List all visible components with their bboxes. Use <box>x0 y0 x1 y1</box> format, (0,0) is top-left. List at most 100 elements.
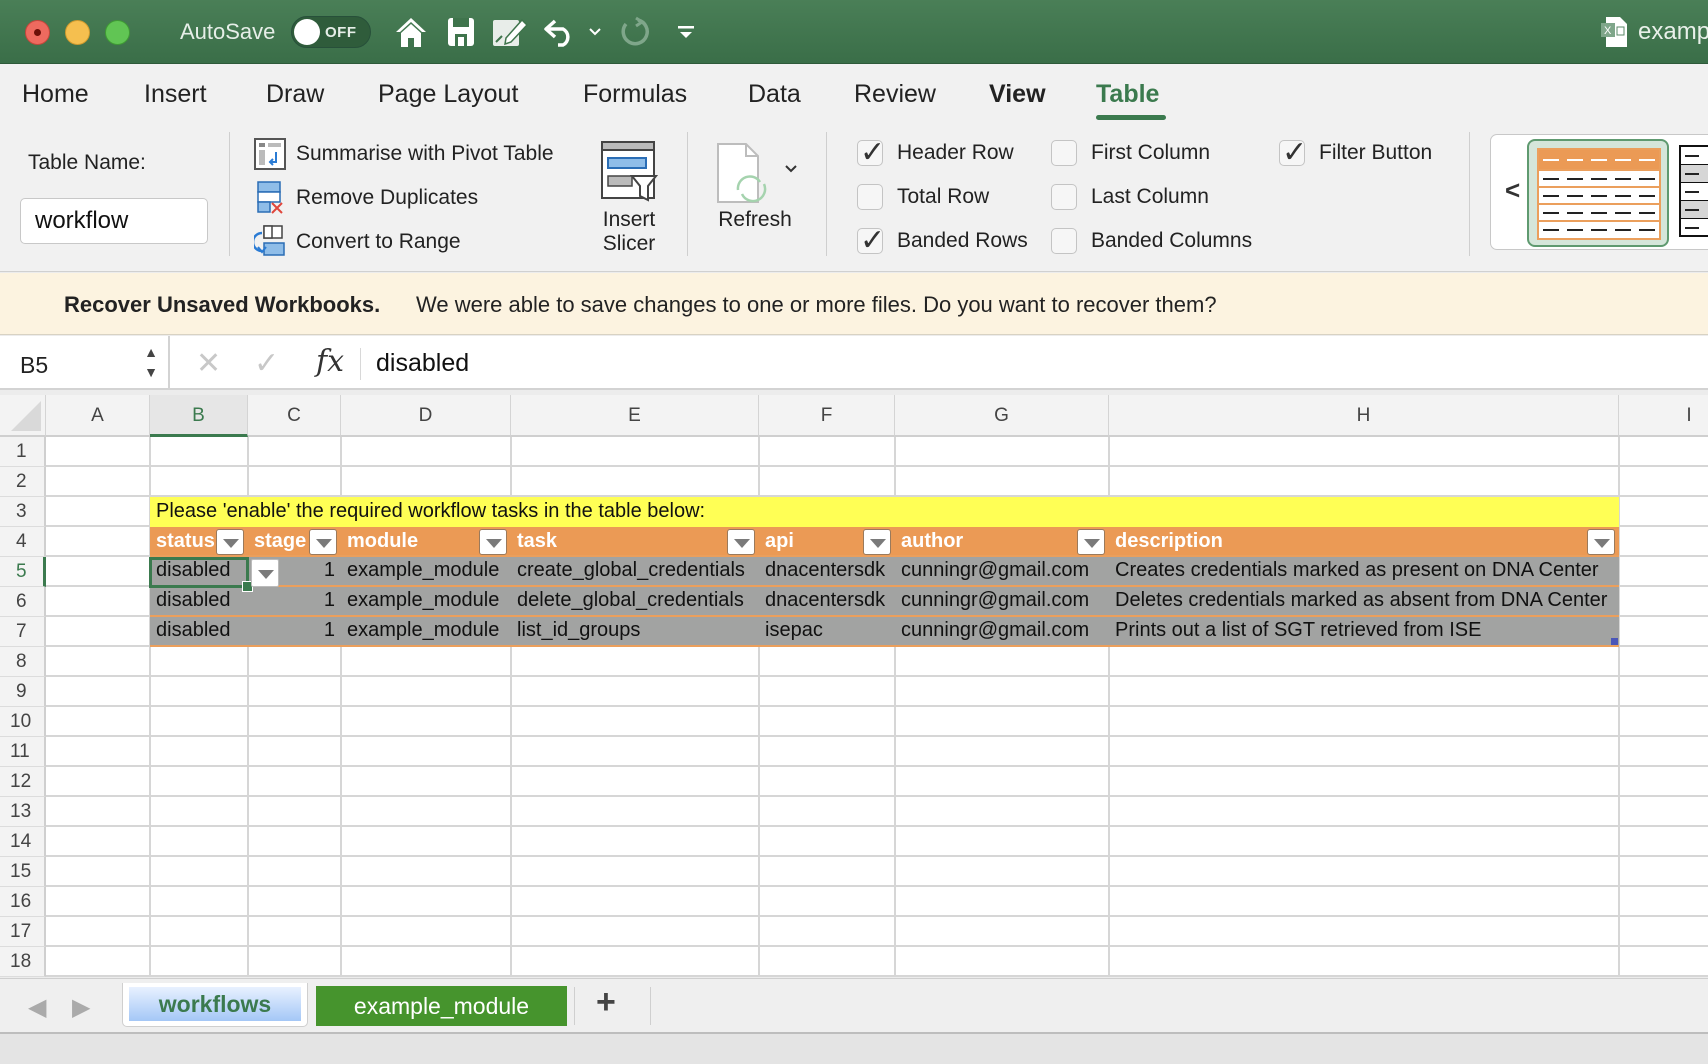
cell-dropdown-button[interactable] <box>251 559 279 587</box>
sheet-tab-workflows[interactable]: workflows <box>122 983 308 1027</box>
tab-data[interactable]: Data <box>748 80 801 109</box>
column-header-g[interactable]: G <box>895 395 1109 437</box>
filter-dropdown-status[interactable] <box>216 529 244 555</box>
table-style-selected[interactable] <box>1527 139 1669 247</box>
close-window-button[interactable] <box>25 20 50 45</box>
row-header-16[interactable]: 16 <box>0 887 46 917</box>
name-box[interactable]: B5 ▲ ▼ <box>0 336 170 390</box>
formula-input[interactable]: disabled <box>376 349 469 378</box>
minimize-window-button[interactable] <box>65 20 90 45</box>
row-header-4[interactable]: 4 <box>0 527 46 557</box>
autosave-toggle[interactable]: OFF <box>291 16 371 48</box>
row-header-6[interactable]: 6 <box>0 587 46 617</box>
filter-button-checkbox[interactable]: Filter Button <box>1279 135 1432 170</box>
table-cell-module[interactable]: example_module <box>341 587 511 615</box>
table-cell-api[interactable]: dnacentersdk <box>759 587 895 615</box>
row-header-12[interactable]: 12 <box>0 767 46 797</box>
cancel-formula-button[interactable]: ✕ <box>196 346 221 381</box>
column-header-b[interactable]: B <box>150 395 248 437</box>
tab-home[interactable]: Home <box>22 80 89 109</box>
tab-draw[interactable]: Draw <box>266 80 324 109</box>
table-style-black-preview[interactable] <box>1679 145 1708 237</box>
row-header-2[interactable]: 2 <box>0 467 46 497</box>
filter-dropdown-task[interactable] <box>727 529 755 555</box>
row-header-8[interactable]: 8 <box>0 647 46 677</box>
redo-icon[interactable] <box>616 14 652 50</box>
filter-dropdown-api[interactable] <box>863 529 891 555</box>
instruction-banner-cell[interactable]: Please 'enable' the required workflow ta… <box>150 497 1619 527</box>
table-cell-description[interactable]: Deletes credentials marked as absent fro… <box>1109 587 1619 615</box>
home-icon[interactable] <box>392 14 430 50</box>
row-header-3[interactable]: 3 <box>0 497 46 527</box>
table-cell-status[interactable]: disabled <box>150 617 248 645</box>
table-cell-author[interactable]: cunningr@gmail.com <box>895 557 1109 585</box>
insert-function-button[interactable]: fx <box>316 344 344 379</box>
column-header-c[interactable]: C <box>248 395 341 437</box>
table-cell-description[interactable]: Prints out a list of SGT retrieved from … <box>1109 617 1619 645</box>
table-name-input[interactable] <box>20 198 208 244</box>
remove-duplicates-button[interactable]: Remove Duplicates <box>254 181 478 214</box>
customize-toolbar-icon[interactable] <box>674 14 698 50</box>
filter-dropdown-stage[interactable] <box>309 529 337 555</box>
table-cell-api[interactable]: dnacentersdk <box>759 557 895 585</box>
spreadsheet-grid[interactable]: ABCDEFGHI 1 2 3 4 5 6 7 8 9 10 11 12 13 14 15 16 17 18 Pl… <box>0 395 1708 977</box>
filter-dropdown-author[interactable] <box>1077 529 1105 555</box>
row-header-11[interactable]: 11 <box>0 737 46 767</box>
save-icon[interactable] <box>444 14 478 50</box>
recovery-title[interactable]: Recover Unsaved Workbooks. <box>64 292 380 318</box>
table-cell-description[interactable]: Creates credentials marked as present on… <box>1109 557 1619 585</box>
table-cell-module[interactable]: example_module <box>341 557 511 585</box>
banded-columns-checkbox[interactable]: Banded Columns <box>1051 228 1252 254</box>
row-header-17[interactable]: 17 <box>0 917 46 947</box>
column-header-e[interactable]: E <box>511 395 759 437</box>
table-cell-author[interactable]: cunningr@gmail.com <box>895 617 1109 645</box>
row-header-1[interactable]: 1 <box>0 437 46 467</box>
header-row-checkbox[interactable]: Header Row <box>857 135 1014 170</box>
banded-rows-checkbox[interactable]: Banded Rows <box>857 223 1028 258</box>
row-header-13[interactable]: 13 <box>0 797 46 827</box>
gallery-prev-button[interactable]: < <box>1505 175 1520 206</box>
zoom-window-button[interactable] <box>105 20 130 45</box>
table-resize-handle[interactable] <box>1611 638 1618 645</box>
row-header-15[interactable]: 15 <box>0 857 46 887</box>
tab-view[interactable]: View <box>989 80 1046 109</box>
row-header-10[interactable]: 10 <box>0 707 46 737</box>
next-sheet-icon[interactable]: ▶ <box>72 993 90 1022</box>
table-cell-task[interactable]: list_id_groups <box>511 617 759 645</box>
total-row-checkbox[interactable]: Total Row <box>857 184 989 210</box>
row-header-18[interactable]: 18 <box>0 947 46 977</box>
table-cell-task[interactable]: create_global_credentials <box>511 557 759 585</box>
column-header-f[interactable]: F <box>759 395 895 437</box>
undo-icon[interactable] <box>542 14 578 50</box>
row-header-7[interactable]: 7 <box>0 617 46 647</box>
refresh-button[interactable]: Refresh <box>712 142 798 232</box>
table-cell-status[interactable]: disabled <box>150 587 248 615</box>
tab-page-layout[interactable]: Page Layout <box>378 80 518 109</box>
column-header-h[interactable]: H <box>1109 395 1619 437</box>
row-header-14[interactable]: 14 <box>0 827 46 857</box>
row-header-5[interactable]: 5 <box>0 557 46 587</box>
tab-review[interactable]: Review <box>854 80 936 109</box>
insert-slicer-button[interactable]: Insert Slicer <box>596 140 662 256</box>
column-header-d[interactable]: D <box>341 395 511 437</box>
column-header-i[interactable]: I <box>1619 395 1708 437</box>
undo-dropdown-icon[interactable] <box>584 14 606 50</box>
tab-table[interactable]: Table <box>1096 80 1159 109</box>
summarise-pivot-button[interactable]: Summarise with Pivot Table <box>254 138 554 170</box>
column-header-a[interactable]: A <box>46 395 150 437</box>
table-cell-stage[interactable]: 1 <box>248 617 341 645</box>
table-cell-author[interactable]: cunningr@gmail.com <box>895 587 1109 615</box>
convert-to-range-button[interactable]: Convert to Range <box>254 225 461 258</box>
name-box-stepper[interactable]: ▲ ▼ <box>144 342 158 382</box>
refresh-dropdown-icon[interactable] <box>784 164 798 174</box>
add-sheet-button[interactable]: + <box>596 983 616 1022</box>
sheet-tab-example-module[interactable]: example_module <box>316 986 567 1026</box>
select-all-button[interactable] <box>0 395 46 437</box>
previous-sheet-icon[interactable]: ◀ <box>28 993 46 1022</box>
table-cell-module[interactable]: example_module <box>341 617 511 645</box>
row-header-9[interactable]: 9 <box>0 677 46 707</box>
last-column-checkbox[interactable]: Last Column <box>1051 184 1209 210</box>
enter-formula-button[interactable]: ✓ <box>254 346 279 381</box>
filter-dropdown-module[interactable] <box>479 529 507 555</box>
tab-formulas[interactable]: Formulas <box>583 80 687 109</box>
